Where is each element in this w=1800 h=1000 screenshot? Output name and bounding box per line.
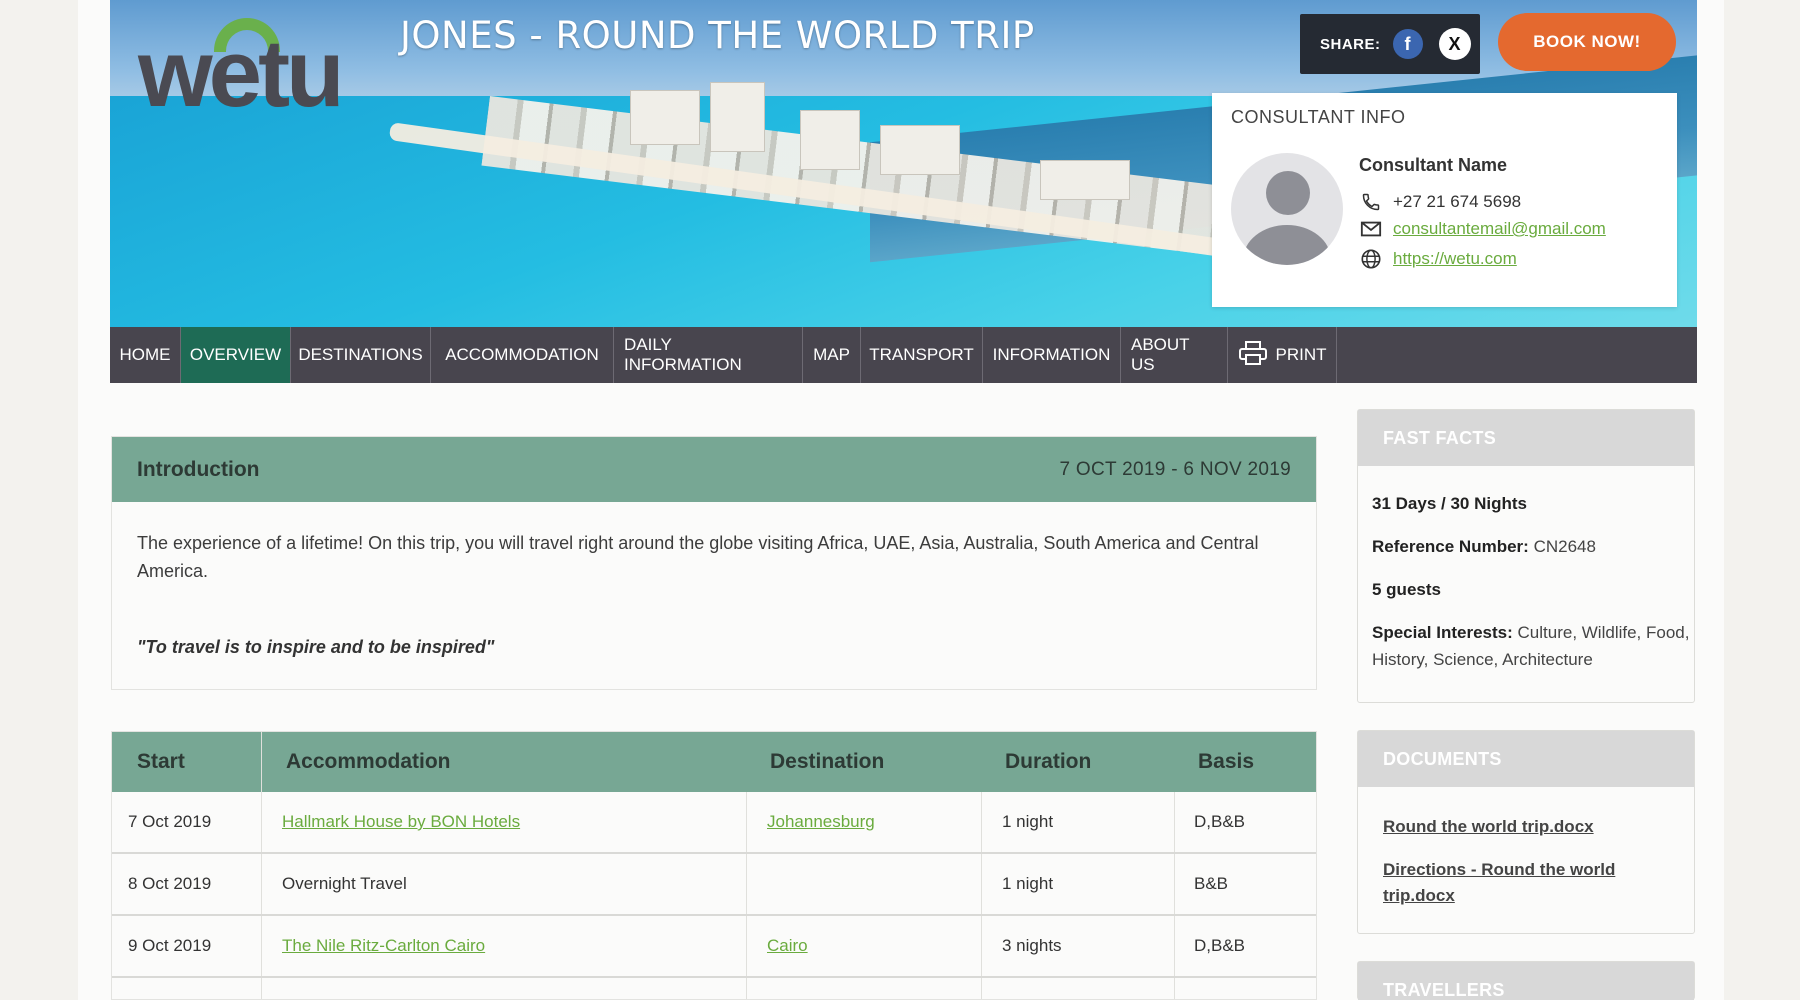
column-header-basis: Basis <box>1198 750 1255 773</box>
consultant-website-link[interactable]: https://wetu.com <box>1393 249 1517 269</box>
trip-dates: 7 OCT 2019 - 6 NOV 2019 <box>1059 458 1291 480</box>
table-row: 7 Oct 2019 Hallmark House by BON Hotels … <box>112 792 1316 854</box>
x-twitter-icon[interactable]: X <box>1438 28 1471 60</box>
documents-card: DOCUMENTS Round the world trip.docx Dire… <box>1357 730 1695 934</box>
row-accommodation: Overnight Travel <box>282 874 407 893</box>
consultant-name: Consultant Name <box>1359 155 1508 175</box>
itinerary-table-header: Start Accommodation Destination Duration… <box>112 732 1316 792</box>
consultant-info-card: CONSULTANT INFO Consultant Name +27 21 6… <box>1212 93 1677 307</box>
document-link[interactable]: Directions - Round the world trip.docx <box>1383 857 1673 909</box>
printer-icon <box>1238 340 1268 371</box>
consultant-phone-row: +27 21 674 5698 <box>1359 190 1521 214</box>
row-destination-link[interactable]: Johannesburg <box>767 792 875 852</box>
row-duration: 1 night <box>1002 874 1054 893</box>
document-link[interactable]: Round the world trip.docx <box>1383 814 1673 840</box>
column-header-duration: Duration <box>1005 750 1092 773</box>
phone-icon <box>1359 190 1383 214</box>
introduction-quote: "To travel is to inspire and to be inspi… <box>137 637 495 657</box>
fast-facts-duration: 31 Days / 30 Nights <box>1372 494 1527 513</box>
row-start: 7 Oct 2019 <box>128 812 212 831</box>
table-row: 9 Oct 2019 The Nile Ritz-Carlton Cairo C… <box>112 916 1316 978</box>
facebook-icon[interactable]: f <box>1392 29 1423 59</box>
trip-title: JONES - ROUND THE WORLD TRIP <box>400 14 1035 57</box>
nav-accommodation[interactable]: ACCOMMODATION <box>431 327 614 383</box>
row-accommodation-link[interactable]: The Nile Ritz-Carlton Cairo <box>282 916 485 976</box>
row-destination-link[interactable]: Cairo <box>767 916 808 976</box>
share-box: SHARE: f X <box>1300 14 1480 74</box>
column-header-start: Start <box>137 750 185 773</box>
consultant-website-row: https://wetu.com <box>1359 247 1517 271</box>
fast-facts-reference: Reference Number: CN2648 <box>1372 537 1596 556</box>
fast-facts-heading: FAST FACTS <box>1358 410 1694 466</box>
consultant-email-row: consultantemail@gmail.com <box>1359 217 1606 241</box>
row-duration: 3 nights <box>1002 936 1062 955</box>
nav-print[interactable]: PRINT <box>1228 327 1337 383</box>
row-basis: D,B&B <box>1194 812 1246 831</box>
hero-building <box>880 125 960 175</box>
travellers-heading: TRAVELLERS <box>1358 962 1694 1000</box>
row-basis: D,B&B <box>1194 936 1246 955</box>
travellers-card: TRAVELLERS <box>1357 961 1695 1000</box>
main-nav: HOME OVERVIEW DESTINATIONS ACCOMMODATION… <box>110 327 1697 383</box>
consultant-phone: +27 21 674 5698 <box>1393 192 1522 211</box>
row-accommodation-link[interactable]: Hallmark House by BON Hotels <box>282 792 520 852</box>
consultant-email-link[interactable]: consultantemail@gmail.com <box>1393 219 1606 239</box>
nav-daily-information[interactable]: DAILY INFORMATION <box>614 327 803 383</box>
hero-building <box>1040 160 1130 200</box>
nav-about-us[interactable]: ABOUT US <box>1121 327 1228 383</box>
introduction-card: Introduction 7 OCT 2019 - 6 NOV 2019 The… <box>111 436 1317 690</box>
book-now-button[interactable]: BOOK NOW! <box>1498 13 1676 71</box>
globe-icon <box>1359 247 1383 271</box>
wetu-logo[interactable]: wetu <box>138 18 368 122</box>
consultant-avatar <box>1231 153 1343 265</box>
row-duration: 1 night <box>1002 812 1054 831</box>
nav-map[interactable]: MAP <box>803 327 861 383</box>
column-header-destination: Destination <box>770 750 885 773</box>
fast-facts-interests: Special Interests: Culture, Wildlife, Fo… <box>1372 623 1690 669</box>
table-row: 8 Oct 2019 Overnight Travel 1 night B&B <box>112 854 1316 916</box>
consultant-heading: CONSULTANT INFO <box>1231 107 1406 127</box>
column-header-accommodation: Accommodation <box>286 750 451 773</box>
introduction-title: Introduction <box>137 457 260 481</box>
nav-overview[interactable]: OVERVIEW <box>181 327 291 383</box>
itinerary-table: Start Accommodation Destination Duration… <box>111 731 1317 1000</box>
hero-building <box>800 110 860 170</box>
nav-destinations[interactable]: DESTINATIONS <box>291 327 431 383</box>
row-basis: B&B <box>1194 874 1229 893</box>
email-icon <box>1359 217 1383 241</box>
hero-building <box>710 82 765 152</box>
nav-print-label: PRINT <box>1275 345 1327 364</box>
nav-transport[interactable]: TRANSPORT <box>861 327 983 383</box>
nav-home[interactable]: HOME <box>110 327 181 383</box>
introduction-header: Introduction 7 OCT 2019 - 6 NOV 2019 <box>112 437 1316 502</box>
hero-building <box>630 90 700 145</box>
share-label: SHARE: <box>1320 35 1381 53</box>
logo-wordmark: wetu <box>138 20 345 127</box>
nav-information[interactable]: INFORMATION <box>983 327 1121 383</box>
introduction-description: The experience of a lifetime! On this tr… <box>137 533 1259 581</box>
fast-facts-guests: 5 guests <box>1372 580 1441 599</box>
fast-facts-card: FAST FACTS 31 Days / 30 Nights Reference… <box>1357 409 1695 703</box>
documents-heading: DOCUMENTS <box>1358 731 1694 787</box>
row-start: 9 Oct 2019 <box>128 936 212 955</box>
row-start: 8 Oct 2019 <box>128 874 212 893</box>
